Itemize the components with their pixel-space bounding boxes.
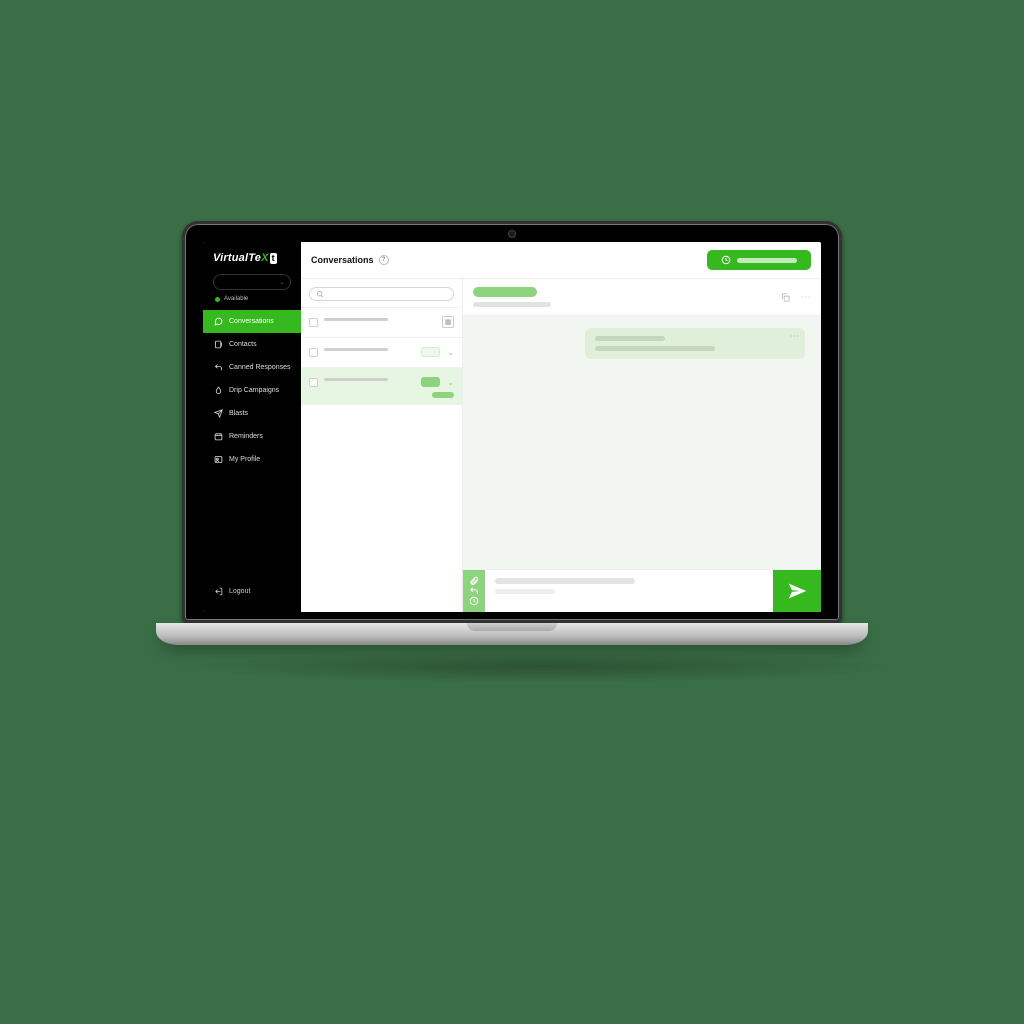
checkbox[interactable] [309,378,318,387]
chat-thread[interactable]: ⋯ [463,316,821,569]
sidebar-item-label: Conversations [229,318,274,325]
sidebar-item-conversations[interactable]: Conversations [203,310,301,333]
brand-part1: Virtual [213,252,248,264]
status-label: Available [224,296,248,302]
sidebar-item-blasts[interactable]: Blasts [203,402,301,425]
checkbox[interactable] [309,348,318,357]
chat-contact-sub-placeholder [473,302,551,307]
status-badge [421,377,440,387]
message-bubble-outgoing: ⋯ [585,328,805,359]
sidebar-item-label: My Profile [229,456,260,463]
input-placeholder-line [495,589,555,594]
laptop-shadow [182,651,902,683]
logout-icon [213,587,223,596]
main-panel: Conversations ? [301,242,821,612]
sidebar-item-canned-responses[interactable]: Canned Responses [203,356,301,379]
sidebar-item-contacts[interactable]: Contacts [203,333,301,356]
sidebar-nav: Conversations Contacts Canned Responses [203,310,301,471]
conversation-tag [432,392,454,398]
conversation-row[interactable]: ▦ [301,307,462,337]
status-dot-icon [215,297,220,302]
page-title-text: Conversations [311,255,374,265]
search-icon [316,290,324,298]
sidebar-item-label: Contacts [229,341,257,348]
chevron-down-icon[interactable]: ⌄ [447,348,454,357]
presence-status[interactable]: Available [203,292,301,310]
account-selector[interactable]: ⌄ [213,274,291,290]
sidebar-item-label: Blasts [229,410,248,417]
composer-tools [463,570,485,612]
message-line-placeholder [595,336,665,341]
contact-name-placeholder [324,318,388,321]
content: ▦ ⌄ ⌄ [301,279,821,612]
conversation-row-selected[interactable]: ⌄ [301,367,462,405]
qr-icon[interactable]: ▦ [442,316,454,328]
message-composer [463,569,821,612]
schedule-icon[interactable] [469,596,479,606]
copy-icon[interactable] [780,292,791,303]
sidebar-item-reminders[interactable]: Reminders [203,425,301,448]
chat-icon [213,317,223,326]
sidebar-item-label: Reminders [229,433,263,440]
search-input[interactable] [309,287,454,301]
app-screen: VirtualTeXt ⌄ Available Conversations [203,242,821,612]
more-icon[interactable]: ⋯ [801,292,811,303]
chevron-down-icon[interactable]: ⌄ [447,378,454,387]
camera-dot [508,230,516,238]
message-line-placeholder [595,346,715,351]
clock-icon [721,255,731,265]
sidebar-item-label: Canned Responses [229,364,291,371]
calendar-icon [213,432,223,441]
laptop-mockup: VirtualTeXt ⌄ Available Conversations [182,221,842,683]
button-label-placeholder [737,258,797,263]
help-icon[interactable]: ? [379,255,389,265]
message-menu-icon[interactable]: ⋯ [789,334,799,340]
sidebar-item-my-profile[interactable]: My Profile [203,448,301,471]
brand-part2: Te [248,252,261,264]
logout-button[interactable]: Logout [203,579,301,604]
brand-badge: t [270,253,277,264]
screen-bezel: VirtualTeXt ⌄ Available Conversations [182,221,842,623]
chat-panel: ⋯ ⋯ [463,279,821,612]
message-input[interactable] [485,570,773,612]
new-conversation-button[interactable] [707,250,811,270]
conversation-row[interactable]: ⌄ [301,337,462,367]
status-badge [421,347,440,357]
conversation-list: ▦ ⌄ ⌄ [301,279,463,612]
page-title: Conversations ? [311,255,389,265]
attachment-icon[interactable] [469,576,479,586]
send-button[interactable] [773,570,821,612]
send-icon [213,409,223,418]
drip-icon [213,386,223,395]
checkbox[interactable] [309,318,318,327]
brand-x: X [261,252,269,264]
input-placeholder-line [495,578,635,584]
sidebar-item-drip-campaigns[interactable]: Drip Campaigns [203,379,301,402]
contact-name-placeholder [324,378,388,381]
laptop-base [156,623,868,645]
reply-icon [213,363,223,372]
profile-icon [213,455,223,464]
contact-name-placeholder [324,348,388,351]
chat-contact-name-placeholder [473,287,537,297]
chevron-down-icon: ⌄ [279,278,285,286]
brand-logo: VirtualTeXt [203,252,301,270]
contacts-icon [213,340,223,349]
chat-header: ⋯ [463,279,821,316]
canned-reply-icon[interactable] [469,586,479,596]
logout-label: Logout [229,588,250,595]
sidebar: VirtualTeXt ⌄ Available Conversations [203,242,301,612]
sidebar-item-label: Drip Campaigns [229,387,279,394]
topbar: Conversations ? [301,242,821,279]
